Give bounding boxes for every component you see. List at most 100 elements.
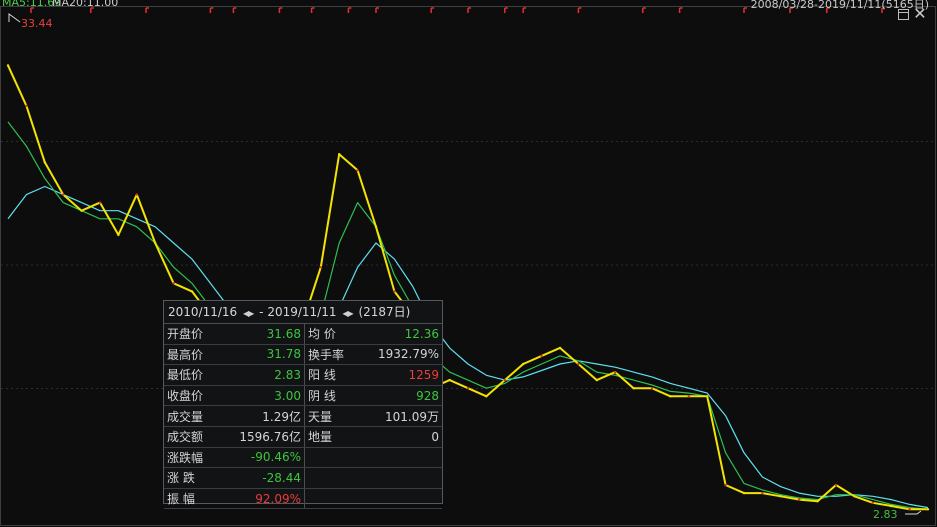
stats-label: 成交额 <box>164 426 232 448</box>
start-date[interactable]: 2010/11/16 <box>168 305 237 319</box>
price-point <box>80 209 83 212</box>
price-point <box>871 501 874 504</box>
kline-chart[interactable]: MA5:11.69 MA20:11.00 2008/03/28-2019/11/… <box>0 0 937 527</box>
stats-label: 成交量 <box>164 405 232 427</box>
start-date-stepper-icon[interactable]: ◀▶ <box>243 309 254 318</box>
price-point <box>706 395 709 398</box>
price-point <box>485 395 488 398</box>
min-price-label: 2.83 <box>873 508 898 521</box>
price-point <box>25 104 28 108</box>
stats-row: 涨跌幅 -90.46% <box>164 447 442 469</box>
max-price-label: 33.44 <box>21 17 53 30</box>
series-line-ma-short <box>7 121 929 510</box>
price-point <box>798 498 801 501</box>
interval-header: 2010/11/16 ◀▶ - 2019/11/11 ◀▶ (2187日) <box>164 301 442 324</box>
stats-label-2: 换手率 <box>304 344 363 366</box>
price-point <box>853 495 856 498</box>
event-flag-icon <box>278 7 283 13</box>
price-point <box>466 387 470 390</box>
event-flag-icon <box>522 7 527 13</box>
stats-label-2 <box>304 447 363 469</box>
price-point <box>98 201 102 204</box>
stats-label: 振 幅 <box>164 488 232 510</box>
stats-value-2: 101.09万 <box>363 405 442 427</box>
stats-label: 收盘价 <box>164 385 232 407</box>
stats-label: 最高价 <box>164 344 232 366</box>
price-point <box>632 387 635 390</box>
stats-label: 开盘价 <box>164 324 232 345</box>
end-date[interactable]: 2019/11/11 <box>267 305 336 319</box>
stats-value: 1596.76亿 <box>232 426 305 448</box>
price-point <box>135 193 138 196</box>
stats-value: 92.09% <box>232 488 305 510</box>
price-point <box>190 290 194 293</box>
series-line-price <box>7 64 928 511</box>
price-point <box>448 378 451 382</box>
stats-value-2: 12.36 <box>363 324 442 345</box>
price-point <box>540 354 543 358</box>
stats-label: 涨跌幅 <box>164 447 232 469</box>
end-date-stepper-icon[interactable]: ◀▶ <box>342 309 353 318</box>
stats-value: 1.29亿 <box>232 405 305 427</box>
price-point <box>6 64 10 67</box>
close-icon[interactable]: ✕ <box>913 6 927 22</box>
price-point <box>742 491 746 495</box>
event-flag-icon <box>430 7 435 13</box>
stats-row: 振 幅 92.09% <box>164 488 442 510</box>
event-flag-icon <box>577 7 582 13</box>
event-flag-icon <box>145 7 149 13</box>
stats-row: 开盘价 31.68 均 价 12.36 <box>164 324 442 345</box>
range-dash: - <box>259 305 264 319</box>
stats-label-2 <box>304 488 363 510</box>
event-flag-icon <box>310 7 315 13</box>
stats-row: 成交额 1596.76亿 地量 0 <box>164 426 442 448</box>
stats-value-2: 1259 <box>363 364 442 386</box>
price-point <box>650 387 654 390</box>
price-point <box>577 362 580 366</box>
event-flag-icon <box>743 7 747 13</box>
price-point <box>43 161 46 164</box>
price-point <box>154 241 157 245</box>
stats-row: 涨 跌 -28.44 <box>164 467 442 489</box>
price-point <box>172 282 175 285</box>
maximize-icon[interactable] <box>898 9 909 20</box>
price-point <box>669 395 672 398</box>
max-marker-line <box>8 13 21 23</box>
stats-label: 最低价 <box>164 364 232 386</box>
stats-row: 最高价 31.78 换手率 1932.79% <box>164 344 442 366</box>
stats-table: 开盘价 31.68 均 价 12.36 最高价 31.78 换手率 1932.79% 最低价 2.… <box>164 324 442 510</box>
price-point <box>908 508 911 511</box>
event-flag-icon <box>504 7 508 13</box>
price-point <box>614 370 617 374</box>
stats-value: 31.68 <box>232 324 305 345</box>
price-point <box>62 193 65 196</box>
price-point <box>522 362 525 366</box>
event-flag-icon <box>678 7 683 13</box>
event-flag-icon <box>375 7 379 13</box>
stats-value-2 <box>363 467 442 489</box>
price-point <box>595 378 598 382</box>
stats-row: 最低价 2.83 阳 线 1259 <box>164 364 442 386</box>
price-point <box>117 233 120 237</box>
stats-label: 涨 跌 <box>164 467 232 489</box>
chart-frame <box>0 6 936 526</box>
price-point <box>558 346 562 350</box>
price-point <box>890 504 893 508</box>
stats-value-2 <box>363 447 442 469</box>
price-point <box>319 266 322 269</box>
price-point <box>816 500 819 503</box>
stats-value: 31.78 <box>232 344 305 366</box>
price-point <box>356 169 359 172</box>
stats-value-2: 1932.79% <box>363 344 442 366</box>
price-point <box>687 395 690 398</box>
event-flag-icon <box>467 7 471 13</box>
stats-label-2: 阳 线 <box>304 364 363 386</box>
price-point <box>503 378 506 382</box>
event-flag-icon <box>209 7 214 13</box>
stats-row: 收盘价 3.00 阴 线 928 <box>164 385 442 407</box>
kline-plot <box>0 6 936 526</box>
ma20-readout: MA20:11.00 <box>52 0 119 9</box>
stats-value: -90.46% <box>232 447 305 469</box>
event-flag-icon <box>347 7 352 13</box>
stats-value: 3.00 <box>232 385 305 407</box>
